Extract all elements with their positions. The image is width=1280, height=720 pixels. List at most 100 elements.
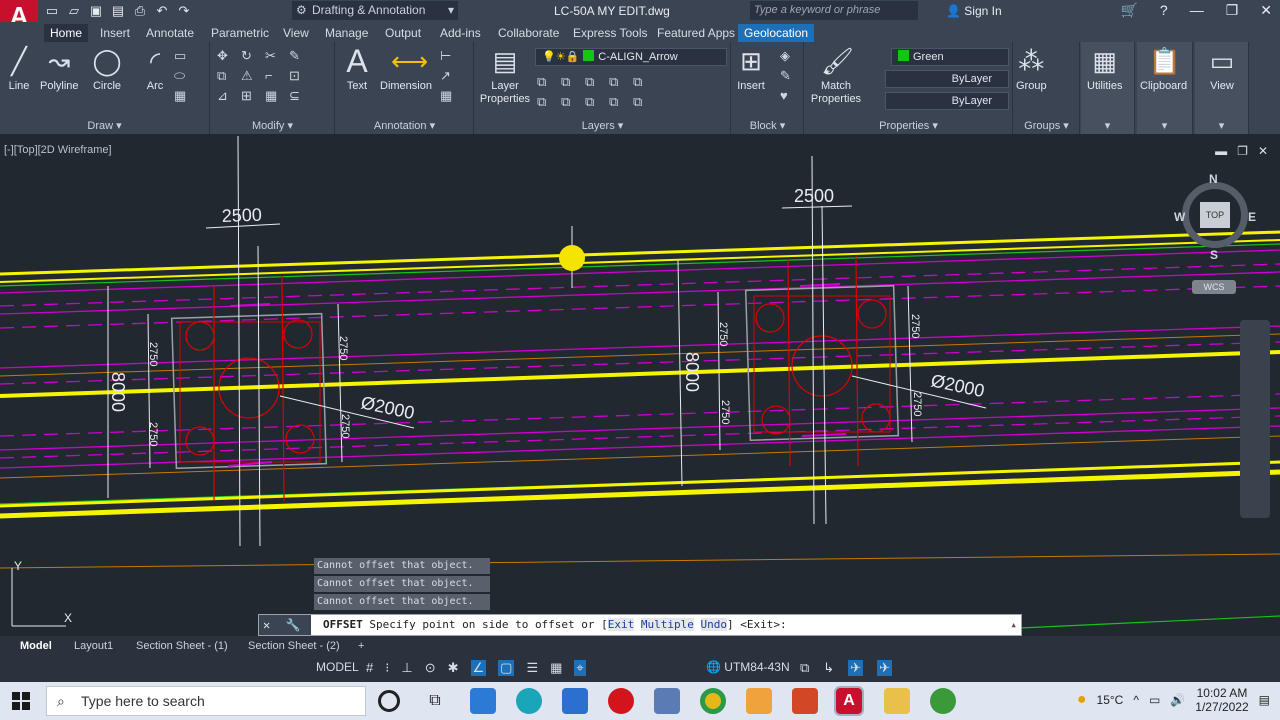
add-layout-icon[interactable]: + <box>352 638 370 654</box>
workspace-switcher[interactable]: ⚙ Drafting & Annotation ▾ <box>292 1 458 20</box>
print-icon[interactable]: ⎙ <box>132 3 148 19</box>
clock[interactable]: 10:02 AM 1/27/2022 <box>1195 686 1248 714</box>
polar-icon[interactable]: ⊙ <box>425 660 436 676</box>
option-multiple[interactable]: Multiple <box>640 618 694 631</box>
tab-geolocation[interactable]: Geolocation <box>738 24 815 42</box>
coordinate-system-button[interactable]: 🌐 UTM84-43N <box>706 660 790 674</box>
erase-icon[interactable]: ✎ <box>289 48 307 64</box>
file-explorer-icon[interactable] <box>884 688 910 714</box>
compass-s[interactable]: S <box>1210 248 1218 262</box>
lineweight-dropdown[interactable]: ByLayer <box>885 92 1009 110</box>
insert-block-tool[interactable]: ⊞ Insert <box>736 46 766 92</box>
model-space-button[interactable]: MODEL <box>316 660 359 674</box>
layers-panel-title[interactable]: Layers ▾ <box>475 119 730 132</box>
panel-clipboard[interactable]: 📋 Clipboard ▾ <box>1137 42 1193 134</box>
notifications-icon[interactable]: ▤ <box>1259 693 1270 707</box>
viewport-restore-icon[interactable]: ❐ <box>1237 144 1248 158</box>
create-block-icon[interactable]: ◈ <box>780 48 796 64</box>
viewcube[interactable]: TOP N S W E <box>1172 172 1258 262</box>
chrome-icon[interactable] <box>700 688 726 714</box>
ucs-status-icon[interactable]: ↳ <box>823 660 834 676</box>
snap-icon[interactable]: ⁝ <box>385 660 389 676</box>
help-search-input[interactable]: Type a keyword or phrase <box>750 1 918 20</box>
copy-icon[interactable]: ⧉ <box>217 68 235 84</box>
circle-tool[interactable]: ◯ Circle <box>92 46 122 92</box>
linetype-dropdown[interactable]: ByLayer <box>885 70 1009 88</box>
navigation-bar[interactable] <box>1240 320 1270 518</box>
geolocation-icon[interactable]: ⌖ <box>574 660 586 676</box>
fillet-icon[interactable]: ⌐ <box>265 68 283 84</box>
acrobat-icon[interactable] <box>792 688 818 714</box>
undo-icon[interactable]: ↶ <box>154 3 170 19</box>
ortho-icon[interactable]: ⊥ <box>401 660 412 676</box>
new-file-icon[interactable]: ▭ <box>44 3 60 19</box>
linear-dim-icon[interactable]: ⊢ <box>440 48 456 64</box>
layer-tool-9-icon[interactable]: ⧉ <box>609 94 627 110</box>
edit-block-icon[interactable]: ✎ <box>780 68 796 84</box>
webcam-icon[interactable] <box>930 688 956 714</box>
layer-tool-1-icon[interactable]: ⧉ <box>537 74 555 90</box>
media-player-icon[interactable] <box>746 688 772 714</box>
drawing-viewport[interactable]: 2500 2500 8000 8000 2750 2750 2750 2750 … <box>0 136 1280 636</box>
viewport-controls-label[interactable]: [-][Top][2D Wireframe] <box>4 144 112 156</box>
option-undo[interactable]: Undo <box>700 618 728 631</box>
opera-icon[interactable] <box>608 688 634 714</box>
command-prompt[interactable]: OFFSET Specify point on side to offset o… <box>323 615 787 635</box>
drawing-canvas[interactable]: 2500 2500 8000 8000 2750 2750 2750 2750 … <box>0 136 1280 636</box>
grid-icon[interactable]: # <box>366 660 373 676</box>
otrack-icon[interactable]: ∠ <box>470 660 487 676</box>
layer-tool-10-icon[interactable]: ⧉ <box>633 94 651 110</box>
save-icon[interactable]: ▣ <box>88 3 104 19</box>
layer-tool-4-icon[interactable]: ⧉ <box>609 74 627 90</box>
group-tool[interactable]: ⁂ Group <box>1016 46 1047 92</box>
tab-collaborate[interactable]: Collaborate <box>492 24 565 42</box>
block-panel-title[interactable]: Block ▾ <box>732 119 803 132</box>
scale-icon[interactable]: ⊞ <box>241 88 259 104</box>
computer-icon[interactable] <box>654 688 680 714</box>
cortana-icon[interactable] <box>378 690 400 712</box>
transparency-icon[interactable]: ▦ <box>550 660 562 676</box>
edge-icon[interactable] <box>516 688 542 714</box>
network-icon[interactable]: ▭ <box>1149 693 1160 707</box>
compass-n[interactable]: N <box>1209 172 1218 186</box>
help-icon[interactable]: ? <box>1160 2 1168 19</box>
stretch-icon[interactable]: ⊿ <box>217 88 235 104</box>
groups-panel-title[interactable]: Groups ▾ <box>1014 119 1079 132</box>
cart-icon[interactable]: 🛒 <box>1120 2 1137 19</box>
annotation-visibility-icon[interactable]: ✈ <box>848 660 864 676</box>
store-icon[interactable] <box>470 688 496 714</box>
option-exit[interactable]: Exit <box>607 618 635 631</box>
viewport-close-icon[interactable]: ✕ <box>1258 144 1268 158</box>
layer-dropdown[interactable]: 💡☀🔒 C-ALIGN_Arrow <box>535 48 727 66</box>
tab-insert[interactable]: Insert <box>94 24 136 42</box>
customize-command-icon[interactable]: 🔧 <box>285 618 300 632</box>
panel-utilities[interactable]: ▦ Utilities ▾ <box>1081 42 1135 134</box>
tab-layout1[interactable]: Layout1 <box>68 638 119 654</box>
rotate-icon[interactable]: ↻ <box>241 48 259 64</box>
attribute-icon[interactable]: ♥ <box>780 88 796 103</box>
mirror-icon[interactable]: ⚠ <box>241 68 259 84</box>
draw-panel-title[interactable]: Draw ▾ <box>0 119 209 132</box>
panel-view[interactable]: ▭ View ▾ <box>1195 42 1249 134</box>
rectangle-icon[interactable]: ▭ <box>174 48 190 64</box>
viewport-minimize-icon[interactable]: ▬ <box>1215 144 1227 158</box>
tab-output[interactable]: Output <box>379 24 427 42</box>
selection-cycling-icon[interactable]: ⧉ <box>800 660 809 676</box>
layer-tool-6-icon[interactable]: ⧉ <box>537 94 555 110</box>
tab-annotate[interactable]: Annotate <box>140 24 200 42</box>
offset-icon[interactable]: ⊆ <box>289 88 307 104</box>
save-as-icon[interactable]: ▤ <box>110 3 126 19</box>
dynamic-input-icon[interactable]: ▢ <box>498 660 515 676</box>
tab-manage[interactable]: Manage <box>319 24 374 42</box>
temperature[interactable]: 15°C <box>1097 693 1124 707</box>
tab-section-sheet-2[interactable]: Section Sheet - (2) <box>242 638 346 654</box>
trim-icon[interactable]: ✂ <box>265 48 283 64</box>
tab-home[interactable]: Home <box>44 24 89 42</box>
tab-featured-apps[interactable]: Featured Apps <box>651 24 741 42</box>
explode-icon[interactable]: ⊡ <box>289 68 307 84</box>
tab-view[interactable]: View <box>277 24 315 42</box>
tab-add-ins[interactable]: Add-ins <box>434 24 487 42</box>
match-properties-tool[interactable]: 🖌 Match Properties <box>809 46 863 106</box>
mail-icon[interactable] <box>562 688 588 714</box>
wcs-menu[interactable]: WCS <box>1192 280 1236 294</box>
